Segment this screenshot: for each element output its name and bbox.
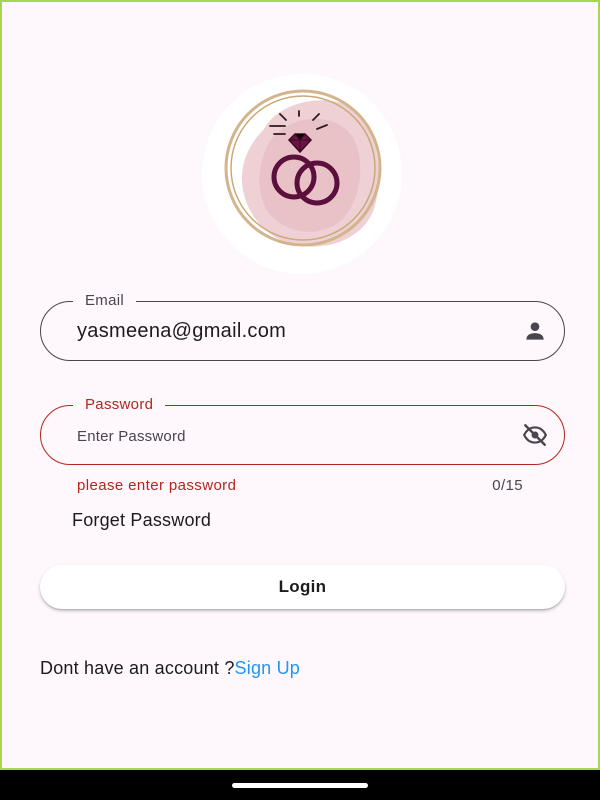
person-icon xyxy=(522,318,548,344)
signup-link[interactable]: Sign Up xyxy=(235,658,300,678)
email-label: Email xyxy=(73,292,137,310)
login-screen: Email yasmeena@gmail.com Password Enter … xyxy=(0,0,600,770)
password-placeholder[interactable]: Enter Password xyxy=(77,428,186,445)
email-value[interactable]: yasmeena@gmail.com xyxy=(77,320,286,343)
home-gesture-handle[interactable] xyxy=(232,783,368,788)
eye-off-icon[interactable] xyxy=(522,422,548,448)
password-label: Password xyxy=(73,396,166,414)
password-error-text: please enter password xyxy=(77,477,237,494)
email-field[interactable]: Email yasmeena@gmail.com xyxy=(40,292,565,361)
system-navigation-bar xyxy=(0,770,600,800)
signup-row: Dont have an account ?Sign Up xyxy=(40,658,300,679)
app-logo xyxy=(202,74,402,274)
login-button[interactable]: Login xyxy=(40,565,565,609)
password-char-counter: 0/15 xyxy=(492,477,523,494)
password-field[interactable]: Password Enter Password xyxy=(40,396,565,465)
wedding-rings-logo-icon xyxy=(224,89,382,247)
forget-password-link[interactable]: Forget Password xyxy=(72,510,211,531)
signup-prompt: Dont have an account ? xyxy=(40,658,235,678)
